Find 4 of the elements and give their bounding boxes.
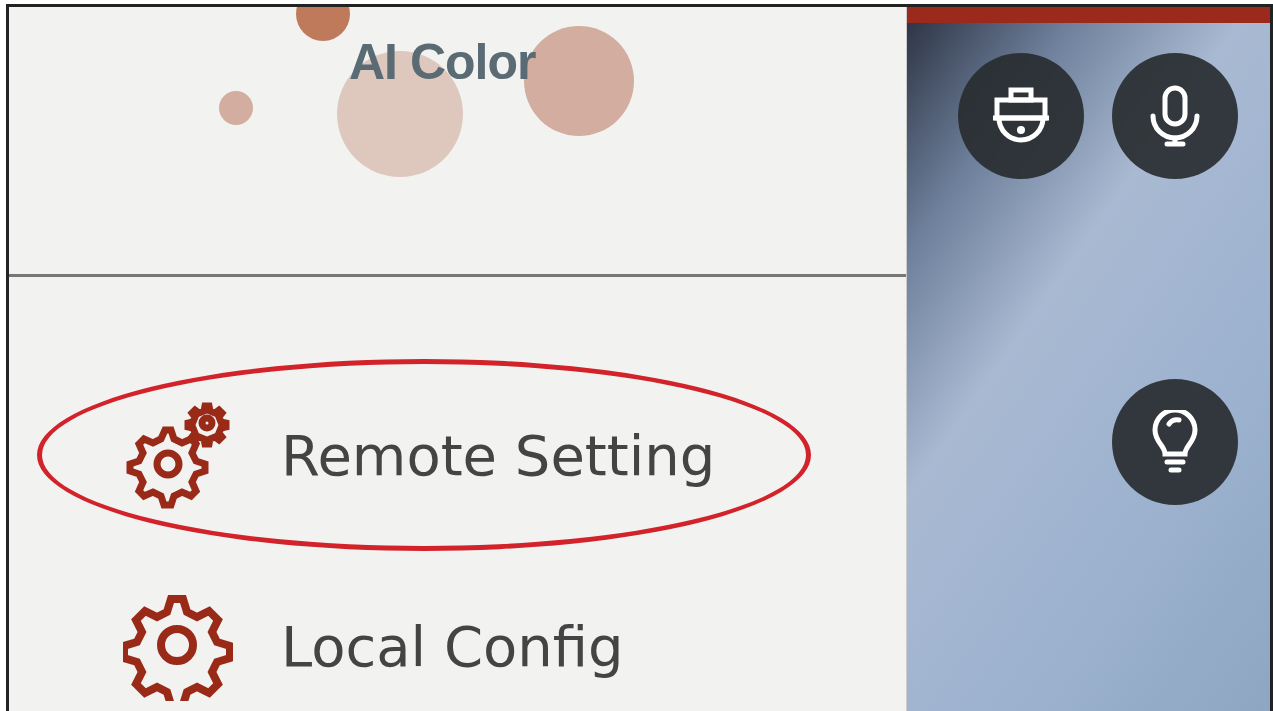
- menu-item[interactable]: Local Config: [9, 581, 906, 711]
- menu-item[interactable]: Remote Setting: [9, 355, 906, 555]
- decorative-circle: [219, 91, 253, 125]
- brand-title: AI Color: [349, 33, 536, 91]
